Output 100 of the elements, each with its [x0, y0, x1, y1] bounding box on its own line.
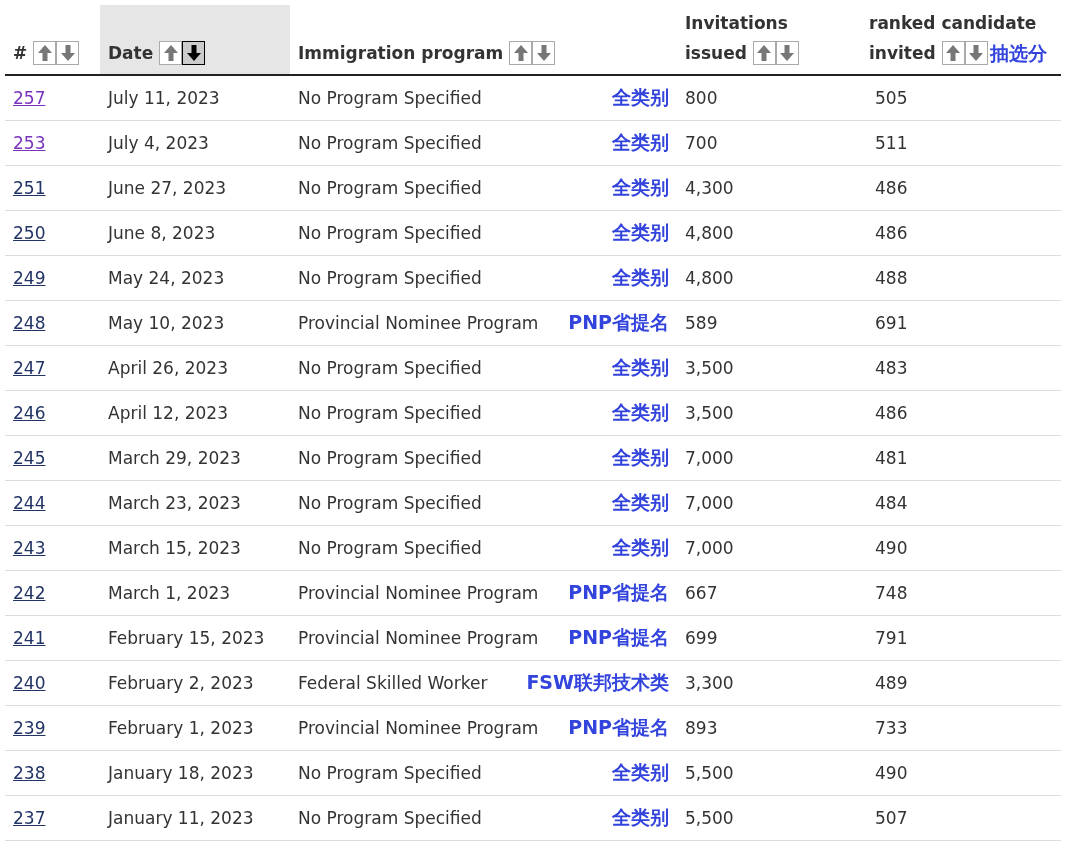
table-cell: March 23, 2023 [100, 480, 290, 526]
table-cell: 489 [867, 660, 1061, 706]
table-cell: 4,800 [677, 210, 867, 256]
column-header-label: # [13, 42, 28, 65]
annotation-text: 全类别 [612, 805, 669, 830]
draw-number-link[interactable]: 251 [13, 178, 46, 198]
table-cell: 507 [867, 795, 1061, 841]
draw-number-link[interactable]: 244 [13, 493, 46, 513]
table-cell: 5,500 [677, 750, 867, 796]
annotation-text: PNP省提名 [568, 580, 669, 605]
table-cell: March 15, 2023 [100, 525, 290, 571]
table-cell: No Program Specified [298, 808, 482, 828]
annotation-text: PNP省提名 [568, 310, 669, 335]
annotation-text: 全类别 [612, 445, 669, 470]
table-cell: 483 [867, 345, 1061, 391]
table-cell: 3,500 [677, 345, 867, 391]
table-cell: 481 [867, 435, 1061, 481]
table-cell: January 11, 2023 [100, 795, 290, 841]
table-cell: May 10, 2023 [100, 300, 290, 346]
draw-number-link[interactable]: 239 [13, 718, 46, 738]
draw-number-link[interactable]: 250 [13, 223, 46, 243]
table-cell: 511 [867, 120, 1061, 166]
draw-number-link[interactable]: 253 [13, 133, 46, 153]
column-header[interactable]: Date [100, 5, 290, 75]
column-header-label: issued [685, 42, 747, 65]
table-cell: 484 [867, 480, 1061, 526]
annotation-text: PNP省提名 [568, 625, 669, 650]
draw-number-link[interactable]: 257 [13, 88, 46, 108]
table-cell: 700 [677, 120, 867, 166]
table-cell: No Program Specified [298, 223, 482, 243]
annotation-text: FSW联邦技术类 [526, 670, 669, 695]
table-cell: April 26, 2023 [100, 345, 290, 391]
draw-number-link[interactable]: 242 [13, 583, 46, 603]
annotation-text: 抽选分 [989, 41, 1047, 66]
draw-number-link[interactable]: 237 [13, 808, 46, 828]
table-cell: 486 [867, 390, 1061, 436]
table-cell: January 18, 2023 [100, 750, 290, 796]
draw-number-link[interactable]: 245 [13, 448, 46, 468]
table-cell: 490 [867, 750, 1061, 796]
table-cell: No Program Specified [298, 763, 482, 783]
table-cell: June 27, 2023 [100, 165, 290, 211]
table-cell: 3,500 [677, 390, 867, 436]
table-cell: February 2, 2023 [100, 660, 290, 706]
table-cell: No Program Specified [298, 133, 482, 153]
annotation-text: 全类别 [612, 355, 669, 380]
draw-number-link[interactable]: 246 [13, 403, 46, 423]
table-cell: No Program Specified [298, 358, 482, 378]
table-cell: April 12, 2023 [100, 390, 290, 436]
table-cell: 791 [867, 615, 1061, 661]
table-cell: No Program Specified [298, 493, 482, 513]
draw-number-link[interactable]: 238 [13, 763, 46, 783]
table-cell: 505 [867, 75, 1061, 121]
table-cell: No Program Specified [298, 268, 482, 288]
draw-number-link[interactable]: 241 [13, 628, 46, 648]
draw-number-link[interactable]: 248 [13, 313, 46, 333]
table-cell: 7,000 [677, 435, 867, 481]
table-cell: 691 [867, 300, 1061, 346]
table-cell: No Program Specified [298, 178, 482, 198]
table-cell: February 1, 2023 [100, 705, 290, 751]
table-cell: July 4, 2023 [100, 120, 290, 166]
table-cell: Provincial Nominee Program [298, 718, 539, 738]
draw-number-link[interactable]: 247 [13, 358, 46, 378]
column-header-label: Immigration program [298, 42, 504, 65]
table-cell: February 15, 2023 [100, 615, 290, 661]
table-cell: 7,000 [677, 525, 867, 571]
table-cell: March 29, 2023 [100, 435, 290, 481]
table-cell: 486 [867, 210, 1061, 256]
table-cell: 748 [867, 570, 1061, 616]
table-cell: 667 [677, 570, 867, 616]
table-cell: May 24, 2023 [100, 255, 290, 301]
table-cell: 7,000 [677, 480, 867, 526]
annotation-text: PNP省提名 [568, 715, 669, 740]
draw-number-link[interactable]: 240 [13, 673, 46, 693]
table-cell: 589 [677, 300, 867, 346]
table-cell: Federal Skilled Worker [298, 673, 488, 693]
annotation-text: 全类别 [612, 400, 669, 425]
sort-descending-button[interactable] [182, 41, 206, 65]
table-cell: No Program Specified [298, 448, 482, 468]
annotation-text: 全类别 [612, 265, 669, 290]
draw-number-link[interactable]: 249 [13, 268, 46, 288]
table-cell: No Program Specified [298, 403, 482, 423]
table-cell: 733 [867, 705, 1061, 751]
table-cell: 893 [677, 705, 867, 751]
table-cell: 486 [867, 165, 1061, 211]
column-header-label: ranked candidate [869, 12, 1037, 35]
draw-number-link[interactable]: 243 [13, 538, 46, 558]
annotation-text: 全类别 [612, 490, 669, 515]
table-cell: June 8, 2023 [100, 210, 290, 256]
table-cell: July 11, 2023 [100, 75, 290, 121]
annotation-text: 全类别 [612, 535, 669, 560]
table-cell: March 1, 2023 [100, 570, 290, 616]
table-cell: 488 [867, 255, 1061, 301]
annotation-text: 全类别 [612, 220, 669, 245]
table-cell: Provincial Nominee Program [298, 313, 539, 333]
table-cell: 5,500 [677, 795, 867, 841]
annotation-text: 全类别 [612, 85, 669, 110]
table-cell: 4,800 [677, 255, 867, 301]
column-header-label: Invitations [685, 12, 788, 35]
sort-ascending-button[interactable] [159, 41, 183, 65]
table-cell: 4,300 [677, 165, 867, 211]
